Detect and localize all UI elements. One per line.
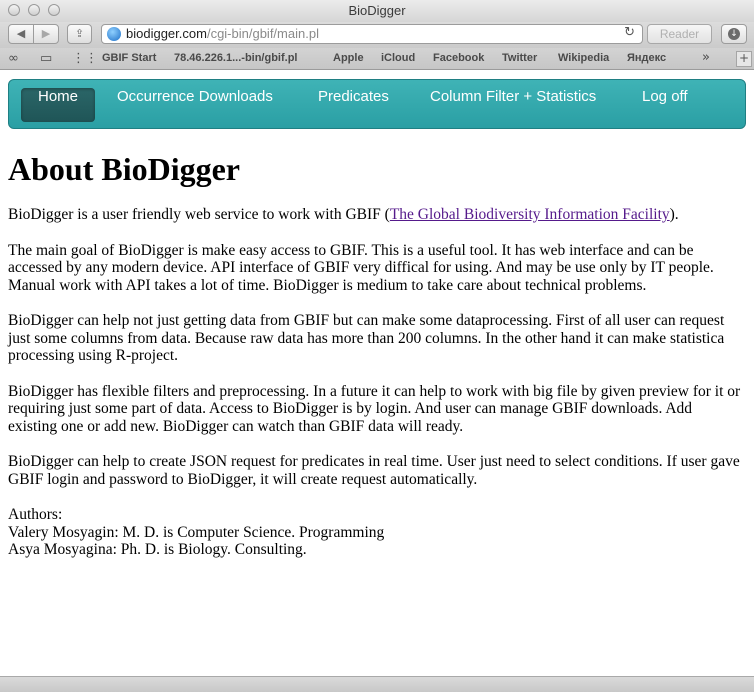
title-bar: BioDigger <box>0 0 754 22</box>
bookmark-gbif-pl[interactable]: 78.46.226.1...-bin/gbif.pl <box>174 52 297 64</box>
paragraph-goal: The main goal of BioDigger is make easy … <box>8 241 714 294</box>
new-tab-button[interactable]: + <box>736 51 752 67</box>
bookmarks-book-icon[interactable]: ▭ <box>40 51 52 66</box>
paragraph-filters: BioDigger has flexible filters and prepr… <box>8 382 741 435</box>
bookmark-yandex[interactable]: Яндекс <box>627 52 666 64</box>
author-1: Valery Mosyagin: M. D. is Computer Scien… <box>8 523 385 541</box>
nav-home[interactable]: Home <box>21 88 95 122</box>
web-page: Home Occurrence Downloads Predicates Col… <box>0 70 754 676</box>
url-path: /cgi-bin/gbif/main.pl <box>206 26 319 41</box>
author-2: Asya Mosyagina: Ph. D. is Biology. Consu… <box>8 541 307 558</box>
reading-list-icon[interactable]: ∞ <box>8 51 19 66</box>
url-host: biodigger.com <box>126 26 207 41</box>
nav-predicates[interactable]: Predicates <box>318 88 389 122</box>
nav-occurrence-downloads[interactable]: Occurrence Downloads <box>117 88 273 122</box>
address-bar[interactable]: biodigger.com/cgi-bin/gbif/main.pl ↻ <box>101 24 643 44</box>
nav-log-off[interactable]: Log off <box>642 88 688 122</box>
browser-toolbar: ◀ ▶ ⇪ biodigger.com/cgi-bin/gbif/main.pl… <box>0 22 754 48</box>
intro-text-after: ). <box>669 206 679 223</box>
bookmark-wikipedia[interactable]: Wikipedia <box>558 52 609 64</box>
share-button[interactable]: ⇪ <box>67 24 92 44</box>
authors-label: Authors: <box>8 506 63 523</box>
browser-window: BioDigger ◀ ▶ ⇪ biodigger.com/cgi-bin/gb… <box>0 0 754 692</box>
downloads-button[interactable]: ↓ <box>721 24 747 44</box>
bookmark-gbif-start[interactable]: GBIF Start <box>102 52 156 64</box>
reload-icon[interactable]: ↻ <box>624 25 635 40</box>
reader-button[interactable]: Reader <box>647 24 712 44</box>
main-content: About BioDigger BioDigger is a user frie… <box>8 148 744 559</box>
bookmark-twitter[interactable]: Twitter <box>502 52 537 64</box>
bookmarks-bar: ∞ ▭ ⋮⋮ GBIF Start 78.46.226.1...-bin/gbi… <box>0 48 754 70</box>
bookmark-icloud[interactable]: iCloud <box>381 52 415 64</box>
paragraph-processing: BioDigger can help not just getting data… <box>8 312 725 364</box>
download-arrow-icon: ↓ <box>728 28 740 40</box>
nav-column-filter-statistics[interactable]: Column Filter + Statistics <box>430 88 596 122</box>
status-bar <box>0 676 754 692</box>
globe-icon <box>107 27 121 41</box>
intro-paragraph: BioDigger is a user friendly web service… <box>8 206 744 224</box>
intro-text-before: BioDigger is a user friendly web service… <box>8 206 390 223</box>
top-sites-grid-icon[interactable]: ⋮⋮ <box>72 51 98 66</box>
page-heading: About BioDigger <box>8 151 240 187</box>
forward-button[interactable]: ▶ <box>33 24 59 44</box>
url-text[interactable]: biodigger.com/cgi-bin/gbif/main.pl <box>126 26 319 41</box>
site-navbar: Home Occurrence Downloads Predicates Col… <box>8 79 746 129</box>
more-bookmarks-icon[interactable]: » <box>702 50 710 65</box>
gbif-link[interactable]: The Global Biodiversity Information Faci… <box>390 206 670 223</box>
bookmark-apple[interactable]: Apple <box>333 52 364 64</box>
paragraph-json: BioDigger can help to create JSON reques… <box>8 453 740 488</box>
window-title: BioDigger <box>348 3 406 18</box>
back-button[interactable]: ◀ <box>8 24 34 44</box>
bookmark-facebook[interactable]: Facebook <box>433 52 484 64</box>
